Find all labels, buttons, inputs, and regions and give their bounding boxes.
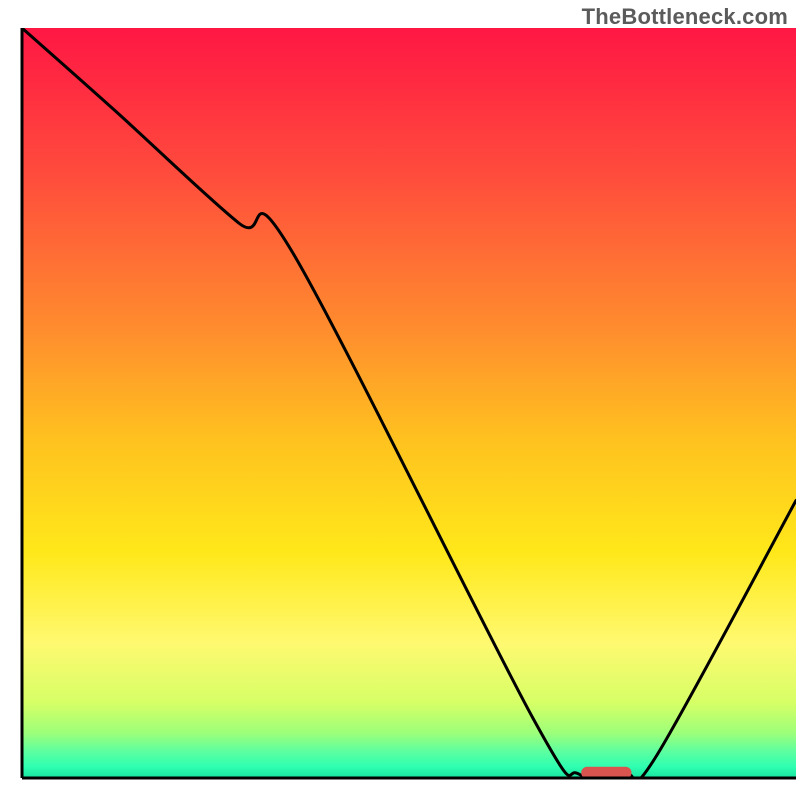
gradient-background (22, 28, 796, 778)
watermark-text: TheBottleneck.com (582, 4, 788, 30)
bottleneck-chart (0, 0, 800, 800)
chart-container: TheBottleneck.com (0, 0, 800, 800)
